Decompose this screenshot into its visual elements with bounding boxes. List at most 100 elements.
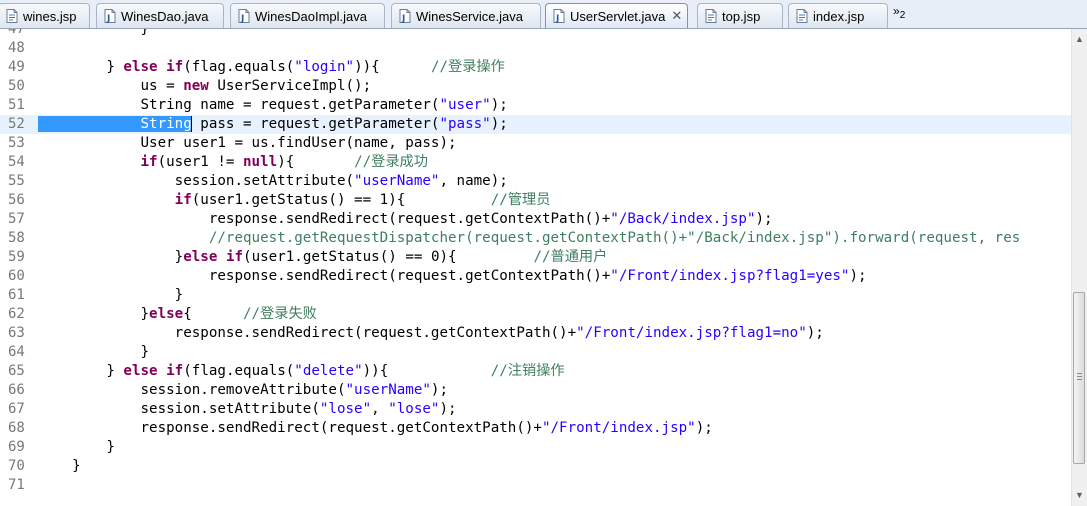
scroll-up-arrow-icon[interactable]: ▲ [1072,31,1087,47]
code-line[interactable]: 59 }else if(user1.getStatus() == 0){ //普… [0,248,1071,267]
code-line[interactable]: 66 session.removeAttribute("userName"); [0,381,1071,400]
line-number: 47 [8,29,25,37]
code-line[interactable]: 50 us = new UserServiceImpl(); [0,77,1071,96]
thumb-grip [1077,376,1082,377]
jsp-file-icon [5,9,18,23]
code-text[interactable]: response.sendRedirect(request.getContext… [38,324,824,343]
line-number: 52 [8,116,25,132]
code-text[interactable]: response.sendRedirect(request.getContext… [38,267,867,286]
line-number: 63 [8,325,25,341]
java-file-icon: J [237,9,250,23]
tab-label: wines.jsp [23,8,77,24]
code-text[interactable]: } else if(flag.equals("login")){ //登录操作 [38,58,504,77]
line-number: 48 [8,40,25,56]
more-tabs-button[interactable]: » 2 [893,4,905,21]
tab-winesdaoimpl-java[interactable]: J WinesDaoImpl.java [230,3,385,28]
code-text[interactable]: }else{ //登录失败 [38,305,316,324]
line-number: 51 [8,97,25,113]
jsp-file-icon [795,9,808,23]
line-number: 68 [8,420,25,436]
line-number: 64 [8,344,25,360]
code-line[interactable]: 48 [0,39,1071,58]
vertical-scrollbar[interactable]: ▲ ▼ [1071,29,1087,506]
line-number: 66 [8,382,25,398]
code-line[interactable]: 53 User user1 = us.findUser(name, pass); [0,134,1071,153]
line-number: 60 [8,268,25,284]
tab-winesservice-java[interactable]: J WinesService.java [391,3,541,28]
code-line[interactable]: 69 } [0,438,1071,457]
code-text[interactable]: response.sendRedirect(request.getContext… [38,419,712,438]
code-line[interactable]: 54 if(user1 != null){ //登录成功 [0,153,1071,172]
line-number: 57 [8,211,25,227]
code-line[interactable]: 56 if(user1.getStatus() == 1){ //管理员 [0,191,1071,210]
line-number: 70 [8,458,25,474]
code-text[interactable]: String pass = request.getParameter("pass… [38,115,508,134]
code-line[interactable]: 70 } [0,457,1071,476]
hidden-tab-count: 2 [899,10,906,21]
code-editor[interactable]: 47 } 48 49 } else if(flag.equals("login"))… [0,29,1071,506]
code-text[interactable]: String name = request.getParameter("user… [38,96,507,115]
code-line[interactable]: 55 session.setAttribute("userName", name… [0,172,1071,191]
code-line[interactable]: 49 } else if(flag.equals("login")){ //登录… [0,58,1071,77]
code-text[interactable]: } [38,457,81,476]
code-line[interactable]: 57 response.sendRedirect(request.getCont… [0,210,1071,229]
text-caret [190,116,192,132]
tab-top-jsp[interactable]: top.jsp [697,3,783,28]
tab-userservlet-java[interactable]: J UserServlet.java ✕ [545,3,688,28]
line-number: 56 [8,192,25,208]
scroll-down-arrow-icon[interactable]: ▼ [1072,487,1087,503]
line-number: 69 [8,439,25,455]
line-number: 53 [8,135,25,151]
code-text[interactable]: }else if(user1.getStatus() == 0){ //普通用户 [38,248,608,267]
code-text[interactable]: if(user1 != null){ //登录成功 [38,153,428,172]
code-line[interactable]: 63 response.sendRedirect(request.getCont… [0,324,1071,343]
line-number: 59 [8,249,25,265]
code-line[interactable]: 62 }else{ //登录失败 [0,305,1071,324]
line-number: 55 [8,173,25,189]
code-text[interactable]: //request.getRequestDispatcher(request.g… [38,229,1020,248]
tab-label: WinesService.java [416,8,523,24]
line-number: 54 [8,154,25,170]
tab-label: WinesDaoImpl.java [255,8,367,24]
code-text[interactable]: } [38,286,184,305]
java-file-icon: J [103,9,116,23]
code-text[interactable]: } [38,29,149,39]
code-text[interactable]: session.setAttribute("userName", name); [38,172,508,191]
close-icon[interactable]: ✕ [671,8,682,24]
code-text[interactable]: } [38,438,115,457]
code-line[interactable]: 61 } [0,286,1071,305]
code-text[interactable]: if(user1.getStatus() == 1){ //管理员 [38,191,551,210]
tab-index-jsp[interactable]: index.jsp [788,3,888,28]
svg-text:J: J [106,14,110,23]
tab-label: UserServlet.java [570,8,666,24]
code-line[interactable]: 58 //request.getRequestDispatcher(reques… [0,229,1071,248]
code-line[interactable]: 52 String pass = request.getParameter("p… [0,115,1071,134]
double-chevron-icon: » [893,4,899,18]
thumb-grip [1077,379,1082,380]
tab-winesdao-java[interactable]: J WinesDao.java [96,3,224,28]
scrollbar-thumb[interactable] [1073,292,1085,464]
code-text[interactable]: } else if(flag.equals("delete")){ //注销操作 [38,362,564,381]
svg-text:J: J [401,14,405,23]
code-text[interactable]: response.sendRedirect(request.getContext… [38,210,773,229]
code-line[interactable]: 47 } [0,29,1071,39]
tab-label: top.jsp [722,8,761,24]
text-selection: String [38,116,192,132]
code-line[interactable]: 51 String name = request.getParameter("u… [0,96,1071,115]
code-line[interactable]: 67 session.setAttribute("lose", "lose"); [0,400,1071,419]
code-text[interactable]: session.setAttribute("lose", "lose"); [38,400,456,419]
code-line[interactable]: 60 response.sendRedirect(request.getCont… [0,267,1071,286]
code-text[interactable]: us = new UserServiceImpl(); [38,77,371,96]
code-line[interactable]: 65 } else if(flag.equals("delete")){ //注… [0,362,1071,381]
java-file-icon: J [552,9,565,23]
code-text[interactable]: session.removeAttribute("userName"); [38,381,448,400]
code-line[interactable]: 68 response.sendRedirect(request.getCont… [0,419,1071,438]
tab-wines-jsp[interactable]: wines.jsp [0,3,90,28]
jsp-file-icon [704,9,717,23]
code-line[interactable]: 71 [0,476,1071,495]
code-text[interactable]: User user1 = us.findUser(name, pass); [38,134,456,153]
tab-label: index.jsp [813,8,865,24]
code-text[interactable]: } [38,343,149,362]
code-line[interactable]: 64 } [0,343,1071,362]
line-number: 71 [8,477,25,493]
